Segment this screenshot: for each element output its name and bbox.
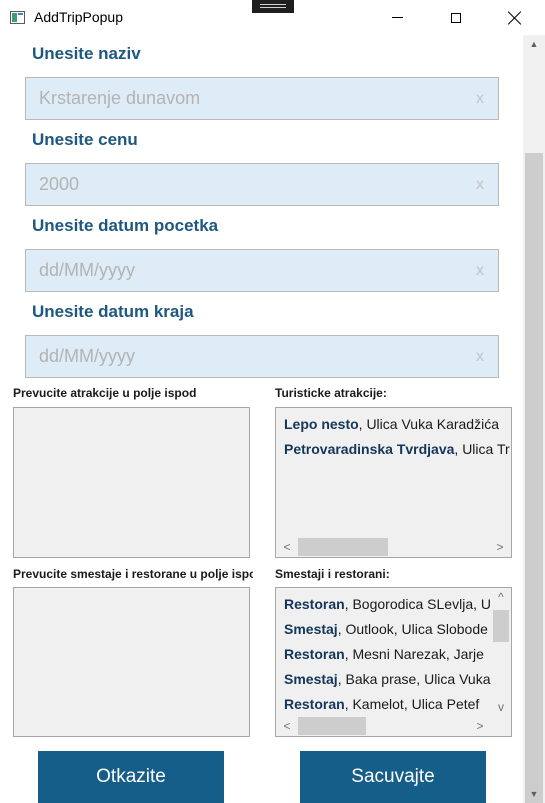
clear-name-icon[interactable]: x bbox=[462, 90, 498, 108]
scroll-thumb[interactable] bbox=[493, 610, 509, 642]
scroll-left-icon[interactable]: < bbox=[278, 537, 296, 557]
scroll-left-icon[interactable]: < bbox=[278, 716, 296, 736]
list-item[interactable]: Restoran, Kamelot, Ulica Petef bbox=[284, 696, 479, 712]
name-label: Unesite naziv bbox=[32, 44, 141, 63]
start-date-input[interactable]: dd/MM/yyyy x bbox=[25, 249, 499, 292]
name-input[interactable]: Krstarenje dunavom x bbox=[25, 77, 499, 120]
list-item[interactable]: Smestaj, Outlook, Ulica Slobode bbox=[284, 621, 488, 637]
accommodations-horizontal-scrollbar[interactable]: < > bbox=[276, 716, 491, 736]
clear-price-icon[interactable]: x bbox=[462, 176, 498, 194]
maximize-icon bbox=[451, 12, 461, 23]
attractions-drop-zone[interactable] bbox=[13, 407, 250, 558]
start-date-label: Unesite datum pocetka bbox=[32, 216, 219, 235]
attractions-drop-label: Prevucite atrakcije u polje ispod bbox=[13, 386, 197, 400]
scroll-thumb[interactable] bbox=[298, 538, 388, 556]
clear-end-date-icon[interactable]: x bbox=[462, 348, 498, 366]
list-item[interactable]: Petrovaradinska Tvrdjava, Ulica Tr bbox=[284, 441, 510, 457]
price-input[interactable]: 2000 x bbox=[25, 163, 499, 206]
clear-start-date-icon[interactable]: x bbox=[462, 262, 498, 280]
scroll-down-arrow-icon[interactable]: ▼ bbox=[523, 785, 545, 803]
drag-grip-icon[interactable] bbox=[252, 0, 294, 13]
price-label: Unesite cenu bbox=[32, 130, 138, 149]
accommodations-drop-label: Prevucite smestaje i restorane u polje i… bbox=[13, 567, 253, 581]
scroll-right-icon[interactable]: > bbox=[491, 537, 509, 557]
minimize-button[interactable] bbox=[374, 0, 420, 35]
scroll-down-icon[interactable]: v bbox=[491, 698, 511, 716]
end-date-label: Unesite datum kraja bbox=[32, 302, 194, 321]
maximize-button[interactable] bbox=[433, 0, 479, 35]
save-button[interactable]: Sacuvajte bbox=[300, 751, 486, 803]
accommodations-list[interactable]: Restoran, Bogorodica SLevlja, U Smestaj,… bbox=[275, 587, 512, 737]
list-item[interactable]: Restoran, Bogorodica SLevlja, U bbox=[284, 596, 491, 612]
scroll-thumb[interactable] bbox=[525, 153, 543, 803]
attractions-list[interactable]: Lepo nesto, Ulica Vuka Karadžića Petrova… bbox=[275, 407, 512, 558]
cancel-button[interactable]: Otkazite bbox=[38, 751, 224, 803]
end-date-input[interactable]: dd/MM/yyyy x bbox=[25, 335, 499, 378]
attractions-list-label: Turisticke atrakcije: bbox=[275, 386, 387, 400]
scroll-thumb[interactable] bbox=[298, 717, 366, 735]
list-item[interactable]: Smestaj, Baka prase, Ulica Vuka bbox=[284, 671, 490, 687]
end-date-placeholder: dd/MM/yyyy bbox=[39, 346, 136, 366]
scroll-up-icon[interactable]: ^ bbox=[491, 588, 511, 606]
list-item[interactable]: Lepo nesto, Ulica Vuka Karadžića bbox=[284, 416, 499, 432]
main-vertical-scrollbar[interactable]: ▲ ▼ bbox=[523, 35, 545, 803]
scroll-right-icon[interactable]: > bbox=[471, 716, 489, 736]
scroll-up-arrow-icon[interactable]: ▲ bbox=[523, 35, 545, 53]
close-button[interactable] bbox=[492, 0, 538, 35]
title-bar: AddTripPopup bbox=[0, 0, 545, 35]
accommodations-vertical-scrollbar[interactable]: ^ v bbox=[491, 588, 511, 716]
window-title: AddTripPopup bbox=[34, 9, 123, 25]
accommodations-list-label: Smestaji i restorani: bbox=[275, 567, 390, 581]
name-placeholder: Krstarenje dunavom bbox=[39, 88, 201, 108]
app-icon bbox=[10, 11, 25, 24]
start-date-placeholder: dd/MM/yyyy bbox=[39, 260, 136, 280]
accommodations-drop-zone[interactable] bbox=[13, 587, 250, 737]
close-icon bbox=[508, 11, 522, 25]
list-item[interactable]: Restoran, Mesni Narezak, Jarje bbox=[284, 646, 484, 662]
minimize-icon bbox=[391, 17, 403, 18]
price-placeholder: 2000 bbox=[39, 174, 80, 194]
attractions-horizontal-scrollbar[interactable]: < > bbox=[276, 537, 511, 557]
